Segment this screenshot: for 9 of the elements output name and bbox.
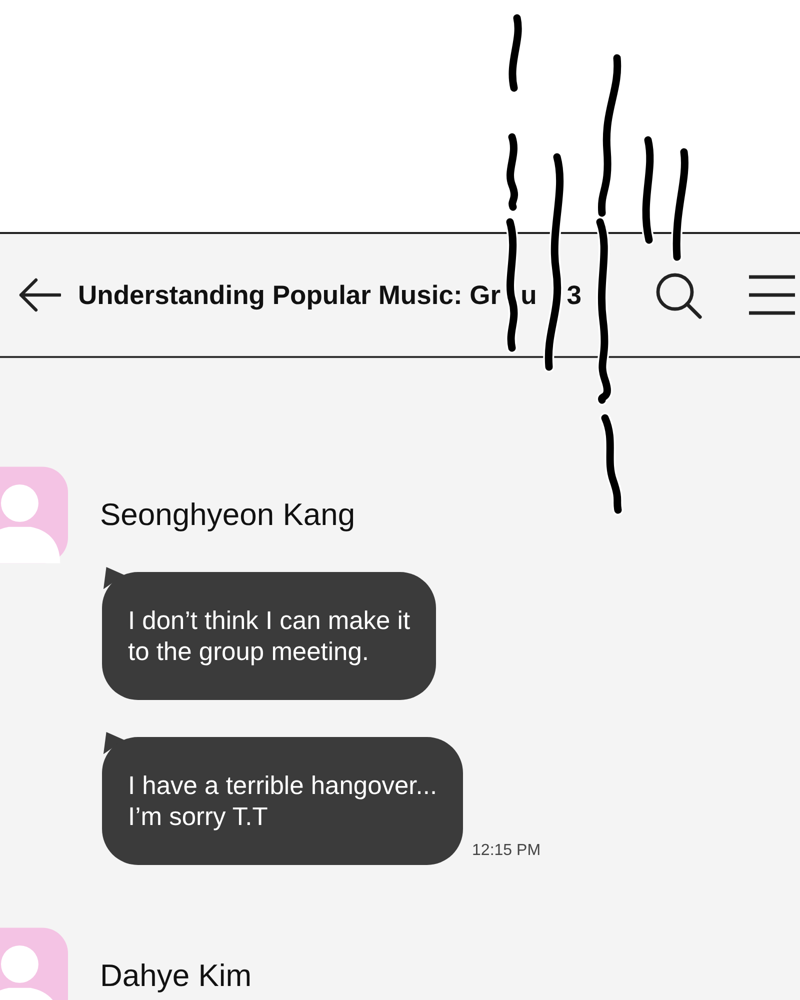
chat-title: 3 (566, 280, 582, 310)
chat-title: Understanding Popular Music: Gr (78, 280, 501, 310)
search-icon[interactable] (654, 271, 702, 319)
sender-name: Dahye Kim (100, 958, 252, 994)
message-time: 12:15 PM (472, 842, 541, 860)
menu-icon[interactable] (749, 275, 795, 315)
chat-title: u (520, 280, 537, 310)
sender-name: Seonghyeon Kang (100, 498, 356, 532)
back-arrow-icon[interactable] (17, 278, 61, 312)
